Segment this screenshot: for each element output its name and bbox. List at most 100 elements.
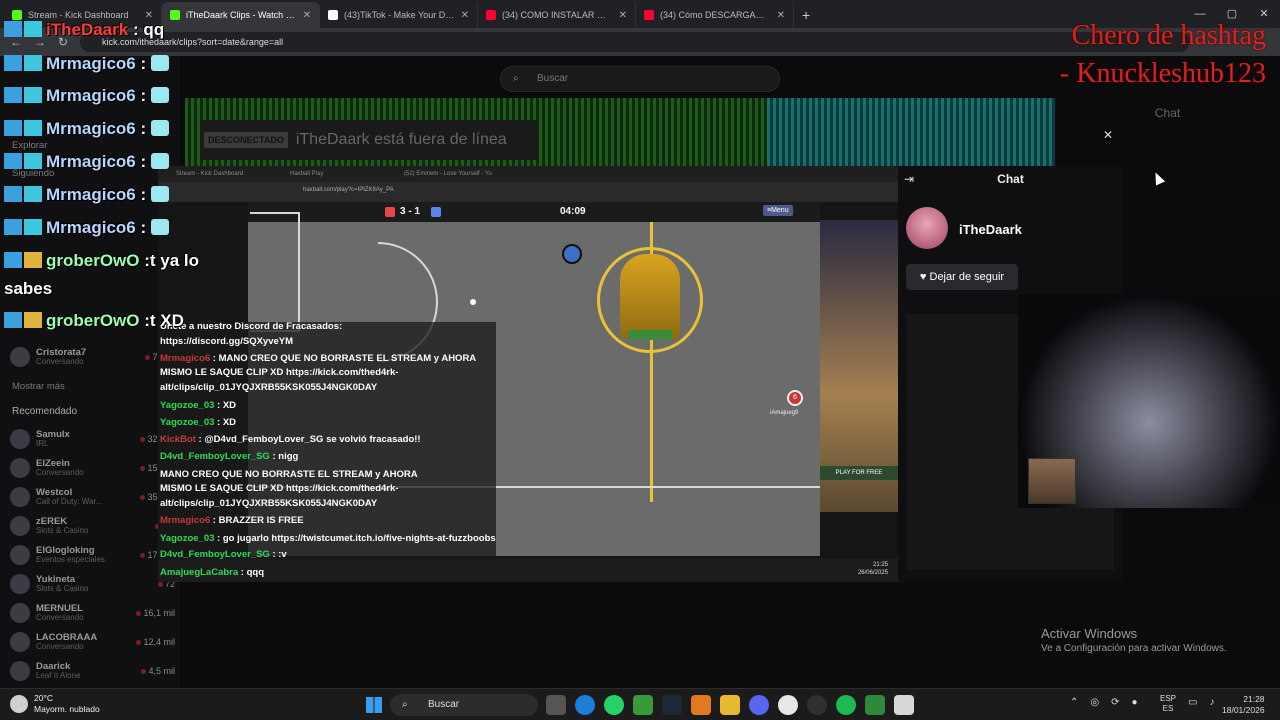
tray-icon-2[interactable]: ⟳	[1111, 697, 1119, 708]
avatar	[10, 603, 30, 623]
app-icon-2[interactable]	[865, 695, 885, 715]
chat-username[interactable]: AmajuegLaCabra	[160, 567, 238, 578]
chat-text: : :v	[272, 549, 287, 560]
sidebar-channel[interactable]: ElGloglokingEventos especiales17,6 m	[10, 541, 175, 569]
chat-text: : MANO CREO QUE NO BORRASTE EL STREAM y …	[212, 353, 477, 364]
task-view-icon[interactable]	[546, 695, 566, 715]
heart-icon: ♥	[919, 271, 930, 283]
avatar	[10, 545, 30, 565]
chat-message: D4vd_FemboyLover_SG : :v	[160, 548, 500, 563]
tab-close-icon[interactable]: ✕	[461, 10, 469, 21]
player-red: 6	[787, 390, 803, 406]
kick-chat-title: Chat	[1154, 106, 1181, 120]
chat-username[interactable]: Mrmagico6	[160, 353, 210, 364]
tab-title: (43)TikTok - Make Your Day	[344, 10, 455, 20]
overlay-username: Mrmagico6	[46, 86, 136, 105]
sidebar-channel[interactable]: ElZeeinConversando15,7 m	[10, 454, 175, 482]
url-field[interactable]: kick.com/ithedaark/clips?sort=date&range…	[80, 32, 1190, 52]
overlay-chat-message: Mrmagico6 :	[4, 152, 169, 172]
chat-username[interactable]: Yagozoe_03	[160, 533, 214, 544]
sidebar-show-more[interactable]: Mostrar más	[12, 381, 65, 392]
emote-icon	[150, 153, 169, 169]
chat-message: Mrmagico6 : MANO CREO QUE NO BORRASTE EL…	[160, 352, 500, 367]
new-tab-icon[interactable]: +	[794, 2, 818, 28]
browser-tab[interactable]: (34) COMO INSTALAR MODS e ✕	[478, 2, 636, 28]
overlay-username: Mrmagico6	[46, 185, 136, 204]
overlay-username: Mrmagico6	[46, 54, 136, 73]
overlay-chat-message: Mrmagico6 :	[4, 185, 169, 205]
app-icon[interactable]	[691, 695, 711, 715]
overlay-text: :	[140, 86, 147, 105]
avatar	[10, 458, 30, 478]
game-advertisement[interactable]: PLAY FOR FREE	[820, 220, 898, 512]
game-menu-button[interactable]: ≡Menu	[763, 205, 793, 216]
live-dot-icon	[157, 582, 163, 587]
minecraft-icon[interactable]	[633, 695, 653, 715]
chat-username[interactable]: Yagozoe_03	[160, 417, 214, 428]
chat-message: Yagozoe_03 : go jugarlo https://twistcum…	[160, 532, 500, 547]
app-icon-3[interactable]	[894, 695, 914, 715]
tab-close-icon[interactable]: ✕	[619, 10, 627, 21]
spotify-icon[interactable]	[836, 695, 856, 715]
tab-close-icon[interactable]: ✕	[303, 10, 311, 21]
browser-tab[interactable]: iTheDaark Clips - Watch Live ✕	[162, 2, 320, 28]
sidebar-channel[interactable]: zEREKSlots & Casino47,	[10, 512, 175, 540]
chevron-up-icon[interactable]: ⌃	[1070, 697, 1078, 708]
live-dot-icon	[140, 495, 146, 500]
chat-username[interactable]: D4vd_FemboyLover_SG	[160, 451, 270, 462]
chat-text: MISMO LE SAQUE CLIP XD https://kick.com/…	[160, 367, 399, 378]
ad-play-button[interactable]: PLAY FOR FREE	[820, 466, 898, 480]
taskbar-clock[interactable]: 21:28 18/01/2026	[1222, 694, 1265, 716]
obs-icon[interactable]	[807, 695, 827, 715]
trophy-icon	[620, 254, 680, 340]
chat-username[interactable]: Mrmagico6	[160, 515, 210, 526]
discord-icon[interactable]	[749, 695, 769, 715]
tray-icon[interactable]: ◎	[1090, 697, 1099, 708]
sidebar-channel[interactable]: SamulxIRL32,3 m	[10, 425, 175, 453]
sidebar-channel[interactable]: Cristorata7Conversando7,1 m	[10, 343, 175, 371]
tab-close-icon[interactable]: ✕	[145, 10, 153, 21]
browser-tab[interactable]: (43)TikTok - Make Your Day ✕	[320, 2, 478, 28]
overlay-username: Mrmagico6	[46, 152, 136, 171]
mic-icon[interactable]: ●	[1132, 697, 1138, 708]
volume-icon[interactable]: ♪	[1209, 697, 1214, 708]
close-icon[interactable]: ✕	[1103, 128, 1113, 142]
edge-icon[interactable]	[575, 695, 595, 715]
sidebar-channel[interactable]: MERNUEL Conversando 16,1 mil	[10, 599, 175, 627]
kick-search-input[interactable]: ⌕ Buscar	[500, 66, 780, 92]
overlay-text: :t ya lo	[144, 251, 200, 270]
avatar	[10, 516, 30, 536]
sidebar-channel[interactable]: LACOBRAAA Conversando 12,4 mil	[10, 628, 175, 656]
channel-category: Leaf It Alone	[36, 670, 81, 680]
browser-tab[interactable]: (34) Cómo DESCARGAR JAVA p ✕	[636, 2, 794, 28]
emote-icon	[150, 55, 169, 71]
live-dot-icon	[136, 611, 142, 616]
start-button-icon[interactable]	[366, 697, 382, 713]
folder-icon[interactable]	[720, 695, 740, 715]
taskbar-search[interactable]: ⌕ Buscar	[390, 694, 538, 716]
weather-widget[interactable]: 20°C Mayorm. nublado	[10, 693, 100, 715]
whatsapp-icon[interactable]	[604, 695, 624, 715]
wifi-icon[interactable]: ▭	[1188, 697, 1197, 708]
credit-line-2: - Knuckleshub123	[1059, 58, 1266, 89]
chat-username[interactable]: D4vd_FemboyLover_SG	[160, 549, 270, 560]
viewer-count: 4,5 mil	[148, 666, 175, 676]
chat-username[interactable]: Yagozoe_03	[160, 400, 214, 411]
chat-text: : BRAZZER IS FREE	[212, 515, 304, 526]
sidebar-explore[interactable]: Explorar	[12, 140, 47, 151]
chrome-icon[interactable]	[778, 695, 798, 715]
sidebar-channel[interactable]: Daarick Leaf It Alone 4,5 mil	[10, 657, 175, 685]
tab-favicon-icon	[486, 10, 496, 20]
sidebar-channel[interactable]: Yukineta Slots & Casino 72	[10, 570, 175, 598]
chat-text: Únete a nuestro Discord de Fracasados:	[160, 321, 343, 332]
language-indicator[interactable]: ESP ES	[1160, 694, 1176, 714]
game-top-bar	[248, 202, 820, 222]
tab-close-icon[interactable]: ✕	[777, 10, 785, 21]
channel-category: Slots & Casino	[36, 525, 89, 535]
live-dot-icon	[140, 553, 146, 558]
unfollow-button[interactable]: ♥ Dejar de seguir	[906, 264, 1018, 290]
red-team-icon	[385, 207, 395, 217]
sidebar-channel[interactable]: WestcolCall of Duty: War...35,9 m	[10, 483, 175, 511]
steam-icon[interactable]	[662, 695, 682, 715]
chat-username[interactable]: KickBot	[160, 434, 196, 445]
